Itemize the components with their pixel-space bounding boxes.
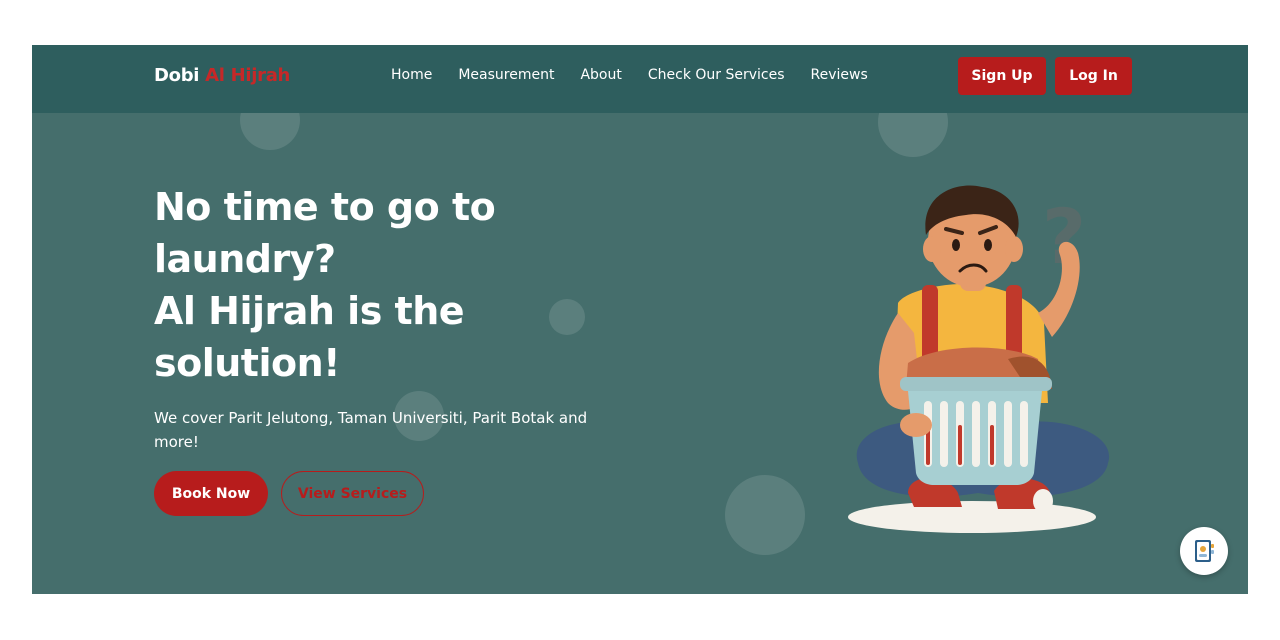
book-now-button[interactable]: Book Now	[154, 471, 268, 516]
page-frame: Dobi Al Hijrah Home Measurement About Ch…	[32, 45, 1248, 594]
nav-link-home[interactable]: Home	[391, 67, 432, 83]
nav-link-about[interactable]: About	[580, 67, 621, 83]
hero-title-line1: No time to go to	[154, 185, 496, 229]
brand-name-part1: Dobi	[154, 65, 200, 86]
brand-name-part2: Al Hijrah	[205, 65, 291, 86]
nav-link-services[interactable]: Check Our Services	[648, 67, 785, 83]
hero-title: No time to go to laundry? Al Hijrah is t…	[154, 181, 594, 389]
contact-fab-button[interactable]	[1180, 527, 1228, 575]
brand-logo[interactable]: Dobi Al Hijrah	[154, 65, 290, 86]
hero-title-line3: Al Hijrah is the	[154, 289, 465, 333]
signup-button[interactable]: Sign Up	[958, 57, 1046, 95]
confused-man-laundry-illustration: ?	[848, 185, 1110, 533]
navbar: Dobi Al Hijrah Home Measurement About Ch…	[32, 45, 1248, 113]
contact-book-icon	[1195, 540, 1214, 562]
nav-link-measurement[interactable]: Measurement	[458, 67, 554, 83]
hero-title-line2: laundry?	[154, 237, 336, 281]
view-services-button[interactable]: View Services	[281, 471, 424, 516]
login-button[interactable]: Log In	[1055, 57, 1132, 95]
hero-subtitle: We cover Parit Jelutong, Taman Universit…	[154, 409, 588, 451]
decor-bubble	[725, 475, 805, 555]
hero-title-line4: solution!	[154, 341, 340, 385]
nav-link-reviews[interactable]: Reviews	[811, 67, 868, 83]
nav-links: Home Measurement About Check Our Service…	[391, 67, 894, 83]
